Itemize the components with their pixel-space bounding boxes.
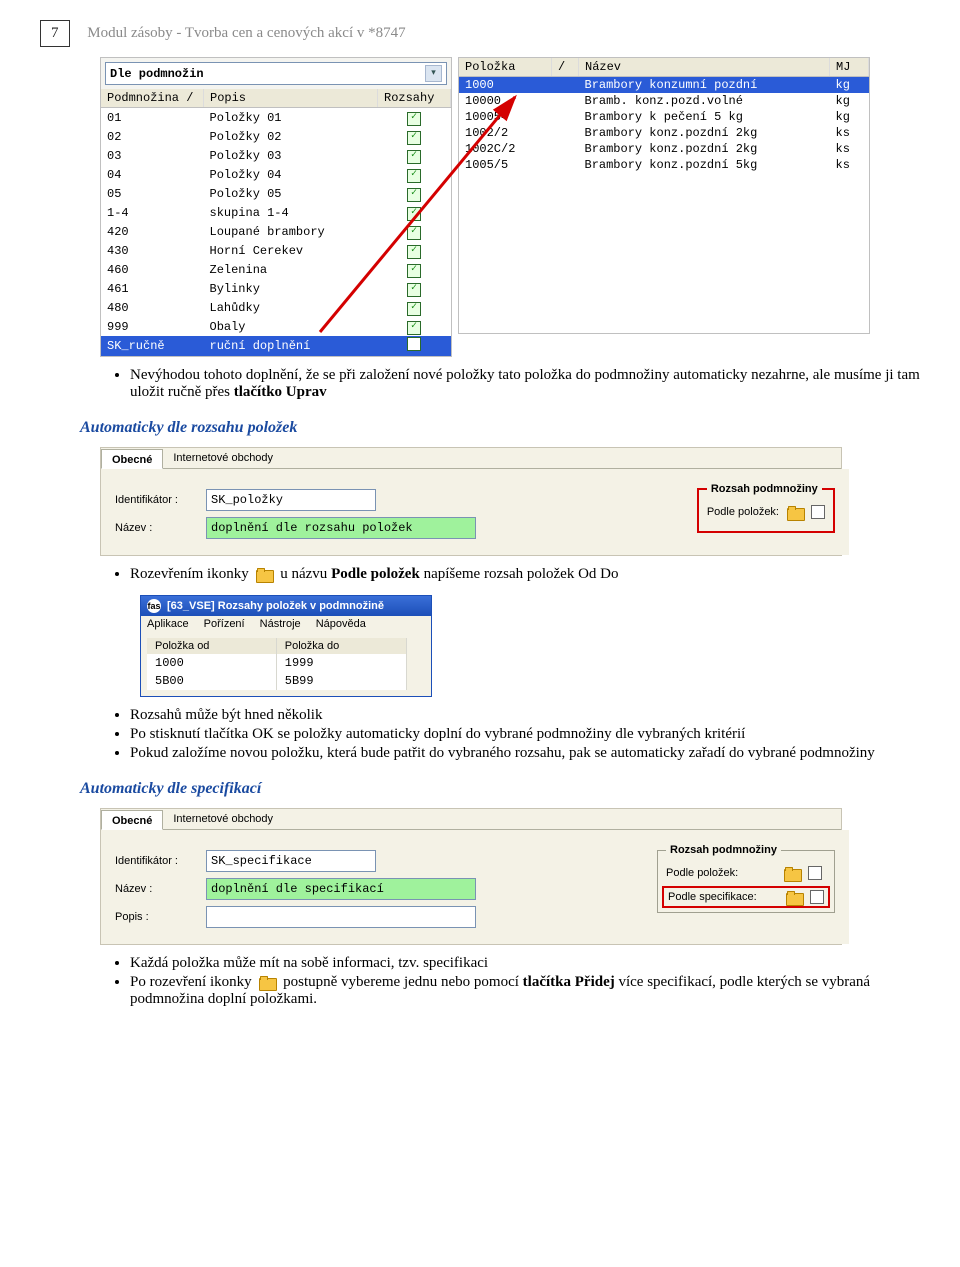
tab-eshopy[interactable]: Internetové obchody <box>163 448 283 468</box>
bullet-1a: Rozsahů může být hned několik <box>130 707 920 724</box>
bullet-1b: Po stisknutí tlačítka OK se položky auto… <box>130 726 920 743</box>
paragraph-1: Nevýhodou tohoto doplnění, že se při zal… <box>130 367 920 401</box>
input-identifikator[interactable]: SK_položky <box>206 489 376 511</box>
left-pane: Dle podmnožin ▾ Podmnožina / Popis Rozsa… <box>100 57 452 357</box>
table-row[interactable]: 1000Brambory konzumní pozdníkg <box>459 77 869 94</box>
range-grid[interactable]: Položka odPoložka do 100019995B005B99 <box>147 638 407 690</box>
screenshot-form-2: Obecné Internetové obchody Identifikátor… <box>100 808 842 945</box>
table-row[interactable]: SK_ručněruční doplnění <box>101 336 451 356</box>
menu-nastroje[interactable]: Nástroje <box>260 618 301 630</box>
table-row[interactable]: 460Zelenina✓ <box>101 260 451 279</box>
col-mj[interactable]: MJ <box>830 58 869 77</box>
table-row[interactable]: 10000Bramb. konz.pozd.volnékg <box>459 93 869 109</box>
combo-dle-podmnozin[interactable]: Dle podmnožin ▾ <box>105 62 447 85</box>
page-header: 7 Modul zásoby - Tvorba cen a cenových a… <box>40 20 920 47</box>
menubar: Aplikace Pořízení Nástroje Nápověda <box>141 616 431 632</box>
label-identifikator: Identifikátor : <box>115 855 200 867</box>
page-title: Modul zásoby - Tvorba cen a cenových akc… <box>87 25 405 41</box>
col-polozka[interactable]: Položka <box>459 58 552 77</box>
tabstrip-1: Obecné Internetové obchody <box>101 448 841 469</box>
folder-open-icon[interactable] <box>787 506 803 519</box>
label-popis: Popis : <box>115 911 200 923</box>
col-polozka-od[interactable]: Položka od <box>147 638 276 654</box>
input-identifikator[interactable]: SK_specifikace <box>206 850 376 872</box>
folder-open-icon[interactable] <box>786 891 802 904</box>
legend-rozsah: Rozsah podmnožiny <box>666 844 781 856</box>
table-row[interactable]: 480Lahůdky✓ <box>101 298 451 317</box>
table-row[interactable]: 10001999 <box>147 654 407 672</box>
bullet-2b: Po rozevření ikonky postupně vybereme je… <box>130 974 920 1008</box>
col-rozsahy[interactable]: Rozsahy <box>378 89 451 108</box>
para1-item: Nevýhodou tohoto doplnění, že se při zal… <box>130 367 920 401</box>
fieldset-rozsah-2: Rozsah podmnožiny Podle položek: Podle s… <box>657 844 835 913</box>
table-row[interactable]: 03Položky 03✓ <box>101 146 451 165</box>
bullet-list-1: Rozsahů může být hned několik Po stisknu… <box>130 707 920 762</box>
table-row[interactable]: 01Položky 01✓ <box>101 108 451 128</box>
tabstrip-2: Obecné Internetové obchody <box>101 809 841 830</box>
label-podle-specifikace: Podle specifikace: <box>668 891 778 903</box>
bullet-1c: Pokud založíme novou položku, která bude… <box>130 745 920 762</box>
menu-napoveda[interactable]: Nápověda <box>316 618 366 630</box>
screenshot-form-1: Obecné Internetové obchody Identifikátor… <box>100 447 842 556</box>
label-nazev: Název : <box>115 522 200 534</box>
page-number: 7 <box>40 20 70 47</box>
right-pane: Položka / Název MJ 1000Brambory konzumní… <box>458 57 870 334</box>
table-row[interactable]: 1-4skupina 1-4✓ <box>101 203 451 222</box>
label-identifikator: Identifikátor : <box>115 494 200 506</box>
label-podle-polozek: Podle položek: <box>666 867 776 879</box>
bullet-2a: Každá položka může mít na sobě informaci… <box>130 955 920 972</box>
fieldset-rozsah-1: Rozsah podmnožiny Podle položek: <box>697 483 835 533</box>
col-polozka-do[interactable]: Položka do <box>276 638 406 654</box>
table-row[interactable]: 1002C/2Brambory konz.pozdní 2kgks <box>459 141 869 157</box>
combo-label: Dle podmnožin <box>110 67 204 81</box>
checkbox-podle-polozek[interactable] <box>808 866 822 880</box>
menu-aplikace[interactable]: Aplikace <box>147 618 189 630</box>
table-row[interactable]: 1002/2Brambory konz.pozdní 2kgks <box>459 125 869 141</box>
right-grid[interactable]: Položka / Název MJ 1000Brambory konzumní… <box>459 58 869 173</box>
table-row[interactable]: 100054Brambory k pečení 5 kgkg <box>459 109 869 125</box>
left-grid[interactable]: Podmnožina / Popis Rozsahy 01Položky 01✓… <box>101 89 451 356</box>
table-row[interactable]: 04Položky 04✓ <box>101 165 451 184</box>
folder-open-icon <box>256 568 272 581</box>
screenshot-two-pane: Dle podmnožin ▾ Podmnožina / Popis Rozsa… <box>100 57 920 357</box>
col-slash[interactable]: / <box>552 58 579 77</box>
heading-auto-rozsah: Automaticky dle rozsahu položek <box>80 419 920 437</box>
screenshot-range-window: fas [63_VSE] Rozsahy položek v podmnožin… <box>140 595 432 697</box>
table-row[interactable]: 05Položky 05✓ <box>101 184 451 203</box>
table-row[interactable]: 420Loupané brambory✓ <box>101 222 451 241</box>
heading-auto-specifikaci: Automaticky dle specifikací <box>80 780 920 798</box>
table-row[interactable]: 02Položky 02✓ <box>101 127 451 146</box>
tab-obecne[interactable]: Obecné <box>101 449 163 469</box>
legend-rozsah: Rozsah podmnožiny <box>707 483 822 495</box>
table-row[interactable]: 5B005B99 <box>147 672 407 690</box>
app-icon: fas <box>147 599 161 613</box>
chevron-down-icon[interactable]: ▾ <box>425 65 442 82</box>
table-row[interactable]: 999Obaly✓ <box>101 317 451 336</box>
menu-porizeni[interactable]: Pořízení <box>204 618 245 630</box>
window-titlebar: fas [63_VSE] Rozsahy položek v podmnožin… <box>141 596 431 616</box>
table-row[interactable]: 430Horní Cerekev✓ <box>101 241 451 260</box>
folder-open-icon <box>259 976 275 989</box>
window-title-text: [63_VSE] Rozsahy položek v podmnožině <box>167 600 384 612</box>
input-nazev[interactable]: doplnění dle specifikací <box>206 878 476 900</box>
folder-open-icon[interactable] <box>784 867 800 880</box>
input-popis[interactable] <box>206 906 476 928</box>
tab-obecne[interactable]: Obecné <box>101 810 163 830</box>
label-podle-polozek: Podle položek: <box>707 506 779 518</box>
checkbox-podle-polozek[interactable] <box>811 505 825 519</box>
col-popis[interactable]: Popis <box>204 89 378 108</box>
checkbox-podle-specifikace[interactable] <box>810 890 824 904</box>
table-row[interactable]: 1005/5Brambory konz.pozdní 5kgks <box>459 157 869 173</box>
table-row[interactable]: 461Bylinky✓ <box>101 279 451 298</box>
input-nazev[interactable]: doplnění dle rozsahu položek <box>206 517 476 539</box>
bullet-list-2: Každá položka může mít na sobě informaci… <box>130 955 920 1008</box>
label-nazev: Název : <box>115 883 200 895</box>
col-nazev[interactable]: Název <box>579 58 830 77</box>
line-rozevreni-ikonky: Rozevřením ikonky u názvu Podle položek … <box>130 566 920 583</box>
col-podmnozina[interactable]: Podmnožina / <box>101 89 204 108</box>
tab-eshopy[interactable]: Internetové obchody <box>163 809 283 829</box>
